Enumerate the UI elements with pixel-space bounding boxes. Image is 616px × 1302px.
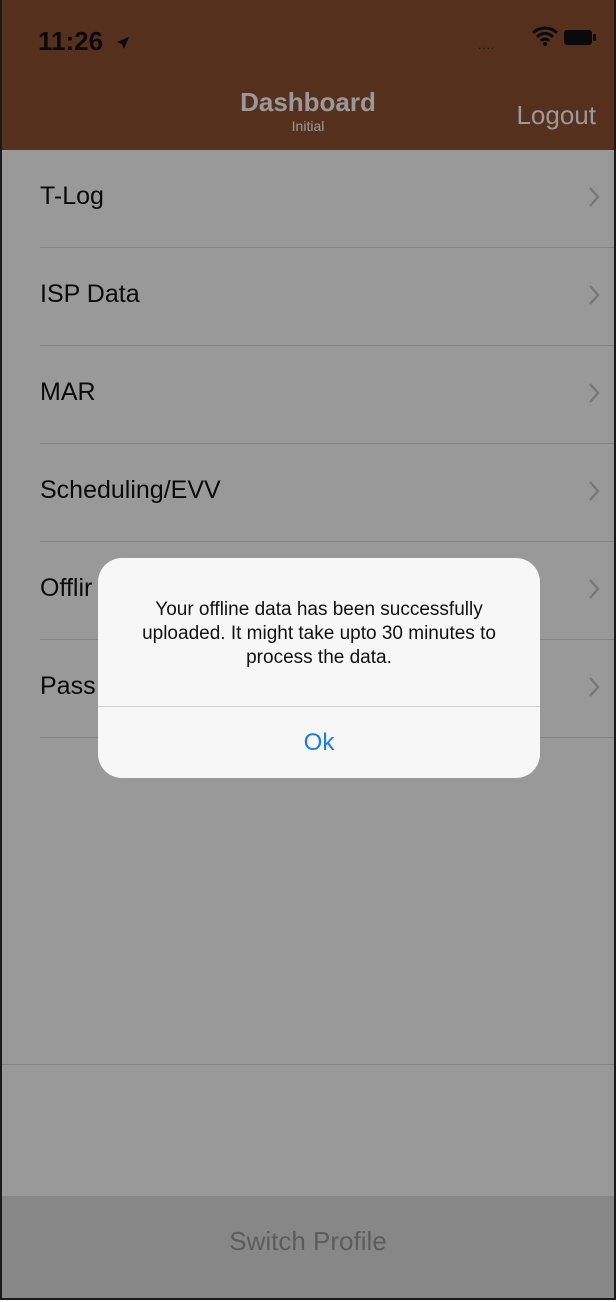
alert-dialog: Your offline data has been successfully … [98, 558, 540, 778]
ok-button[interactable]: Ok [98, 707, 540, 778]
alert-message: Your offline data has been successfully … [142, 599, 496, 668]
phone-screen: 11:26 .... Dashboard Initial Logout T-Lo… [0, 0, 616, 1300]
